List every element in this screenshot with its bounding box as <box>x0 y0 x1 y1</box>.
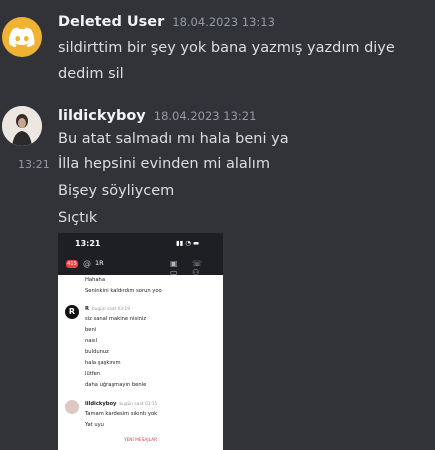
timestamp: 18.04.2023 13:13 <box>172 15 275 29</box>
avatar[interactable] <box>2 106 42 146</box>
shot-text: Hahaha <box>85 277 106 283</box>
discord-logo-icon <box>9 27 35 47</box>
shot-text: siz sanal makine nisiniz <box>85 316 147 322</box>
at-icon: @ <box>83 259 91 268</box>
hover-timestamp: 13:21 <box>18 158 50 171</box>
shot-author: lildickyboy bugün saat 03:15 <box>85 401 158 407</box>
message-text: sildirttim bir şey yok bana yazmış yazdı… <box>58 40 395 56</box>
phone-top-bar: 13:21 ▮▮ ◔ ▬ 415 @ 1R ▣ ☏ ▭ ⚇ <box>58 233 223 277</box>
message-header: Deleted User 18.04.2023 13:13 <box>58 14 275 30</box>
message-text: dedim sil <box>58 66 124 82</box>
message-text: Sıçtık <box>58 210 98 226</box>
avatar[interactable] <box>2 17 42 57</box>
notification-badge: 415 <box>66 260 78 268</box>
shot-text: daha uğraşmayın benle <box>85 382 147 388</box>
message-header: lildickyboy 18.04.2023 13:21 <box>58 108 256 124</box>
shot-text: beni <box>85 327 97 333</box>
header-icons: ▣ ☏ ▭ ⚇ <box>170 259 209 277</box>
shot-text: hala şaşkınım <box>85 360 121 366</box>
shot-author: Rbugün saat 03:19 <box>85 306 130 312</box>
message-text: Bu atat salmadı mı hala beni ya <box>58 131 289 147</box>
image-attachment[interactable]: 13:21 ▮▮ ◔ ▬ 415 @ 1R ▣ ☏ ▭ ⚇ Hahaha Sen… <box>58 233 223 450</box>
profile-photo-icon <box>2 106 42 146</box>
shot-text: Yat uyu <box>85 422 104 428</box>
shot-avatar <box>65 400 79 414</box>
username[interactable]: lildickyboy <box>58 108 146 124</box>
shot-avatar: R <box>65 305 79 319</box>
shot-text: buldunuz <box>85 349 109 355</box>
username[interactable]: Deleted User <box>58 14 164 30</box>
shot-text: nasıl <box>85 338 98 344</box>
status-icons: ▮▮ ◔ ▬ <box>176 239 200 247</box>
timestamp: 18.04.2023 13:21 <box>153 109 257 123</box>
status-time: 13:21 <box>75 239 101 248</box>
shot-text: lütfen <box>85 371 101 377</box>
message-text: İlla hepsini evinden mi alalım <box>58 156 270 172</box>
message-text: Bişey söyliycem <box>58 183 175 199</box>
shot-text: Tamam kardesim sıkıntı yok <box>85 411 158 417</box>
shot-text: Seninkini kaldırdım sorun yoo <box>85 288 162 294</box>
new-messages-divider: YENİ MESAJLAR <box>123 438 158 443</box>
channel-name: 1R <box>95 259 104 267</box>
